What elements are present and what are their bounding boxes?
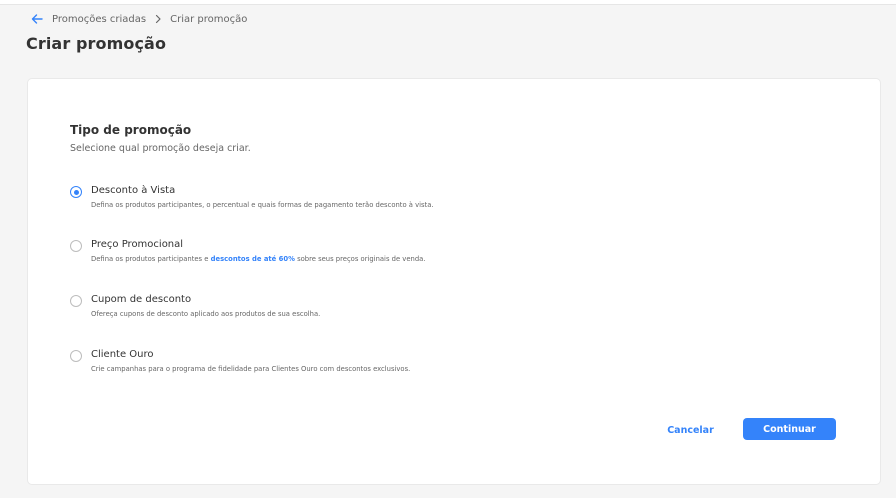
option-title: Cliente Ouro: [91, 349, 154, 360]
option-description: Defina os produtos participantes e desco…: [91, 255, 425, 263]
option-title: Preço Promocional: [91, 239, 184, 250]
arrow-left-icon[interactable]: [30, 12, 44, 26]
radio-desconto-a-vista[interactable]: [70, 186, 82, 198]
option-description: Defina os produtos participantes, o perc…: [91, 201, 434, 209]
cancel-button[interactable]: Cancelar: [658, 419, 723, 441]
promotion-type-card: Tipo de promoção Selecione qual promoção…: [27, 78, 881, 485]
option-description: Crie campanhas para o programa de fideli…: [91, 365, 411, 373]
radio-cupom-de-desconto[interactable]: [70, 295, 82, 307]
breadcrumb-parent-link[interactable]: Promoções criadas: [52, 14, 146, 25]
chevron-right-icon: [154, 14, 162, 24]
radio-cliente-ouro[interactable]: [70, 350, 82, 362]
section-title: Tipo de promoção: [70, 123, 192, 137]
radio-preco-promocional[interactable]: [70, 240, 82, 252]
breadcrumb: Promoções criadas Criar promoção: [30, 12, 247, 26]
description-text: Defina os produtos participantes e: [91, 255, 211, 263]
page-title: Criar promoção: [26, 34, 167, 53]
option-title: Cupom de desconto: [91, 294, 192, 305]
top-bar: [0, 0, 896, 5]
continue-button[interactable]: Continuar: [743, 418, 836, 440]
section-subtitle: Selecione qual promoção deseja criar.: [70, 143, 251, 154]
description-text: sobre seus preços originais de venda.: [294, 255, 426, 263]
breadcrumb-current: Criar promoção: [170, 13, 248, 25]
option-title: Desconto à Vista: [91, 185, 176, 196]
option-description: Ofereça cupons de desconto aplicado aos …: [91, 310, 321, 318]
discount-highlight: descontos de até 60%: [210, 255, 295, 263]
